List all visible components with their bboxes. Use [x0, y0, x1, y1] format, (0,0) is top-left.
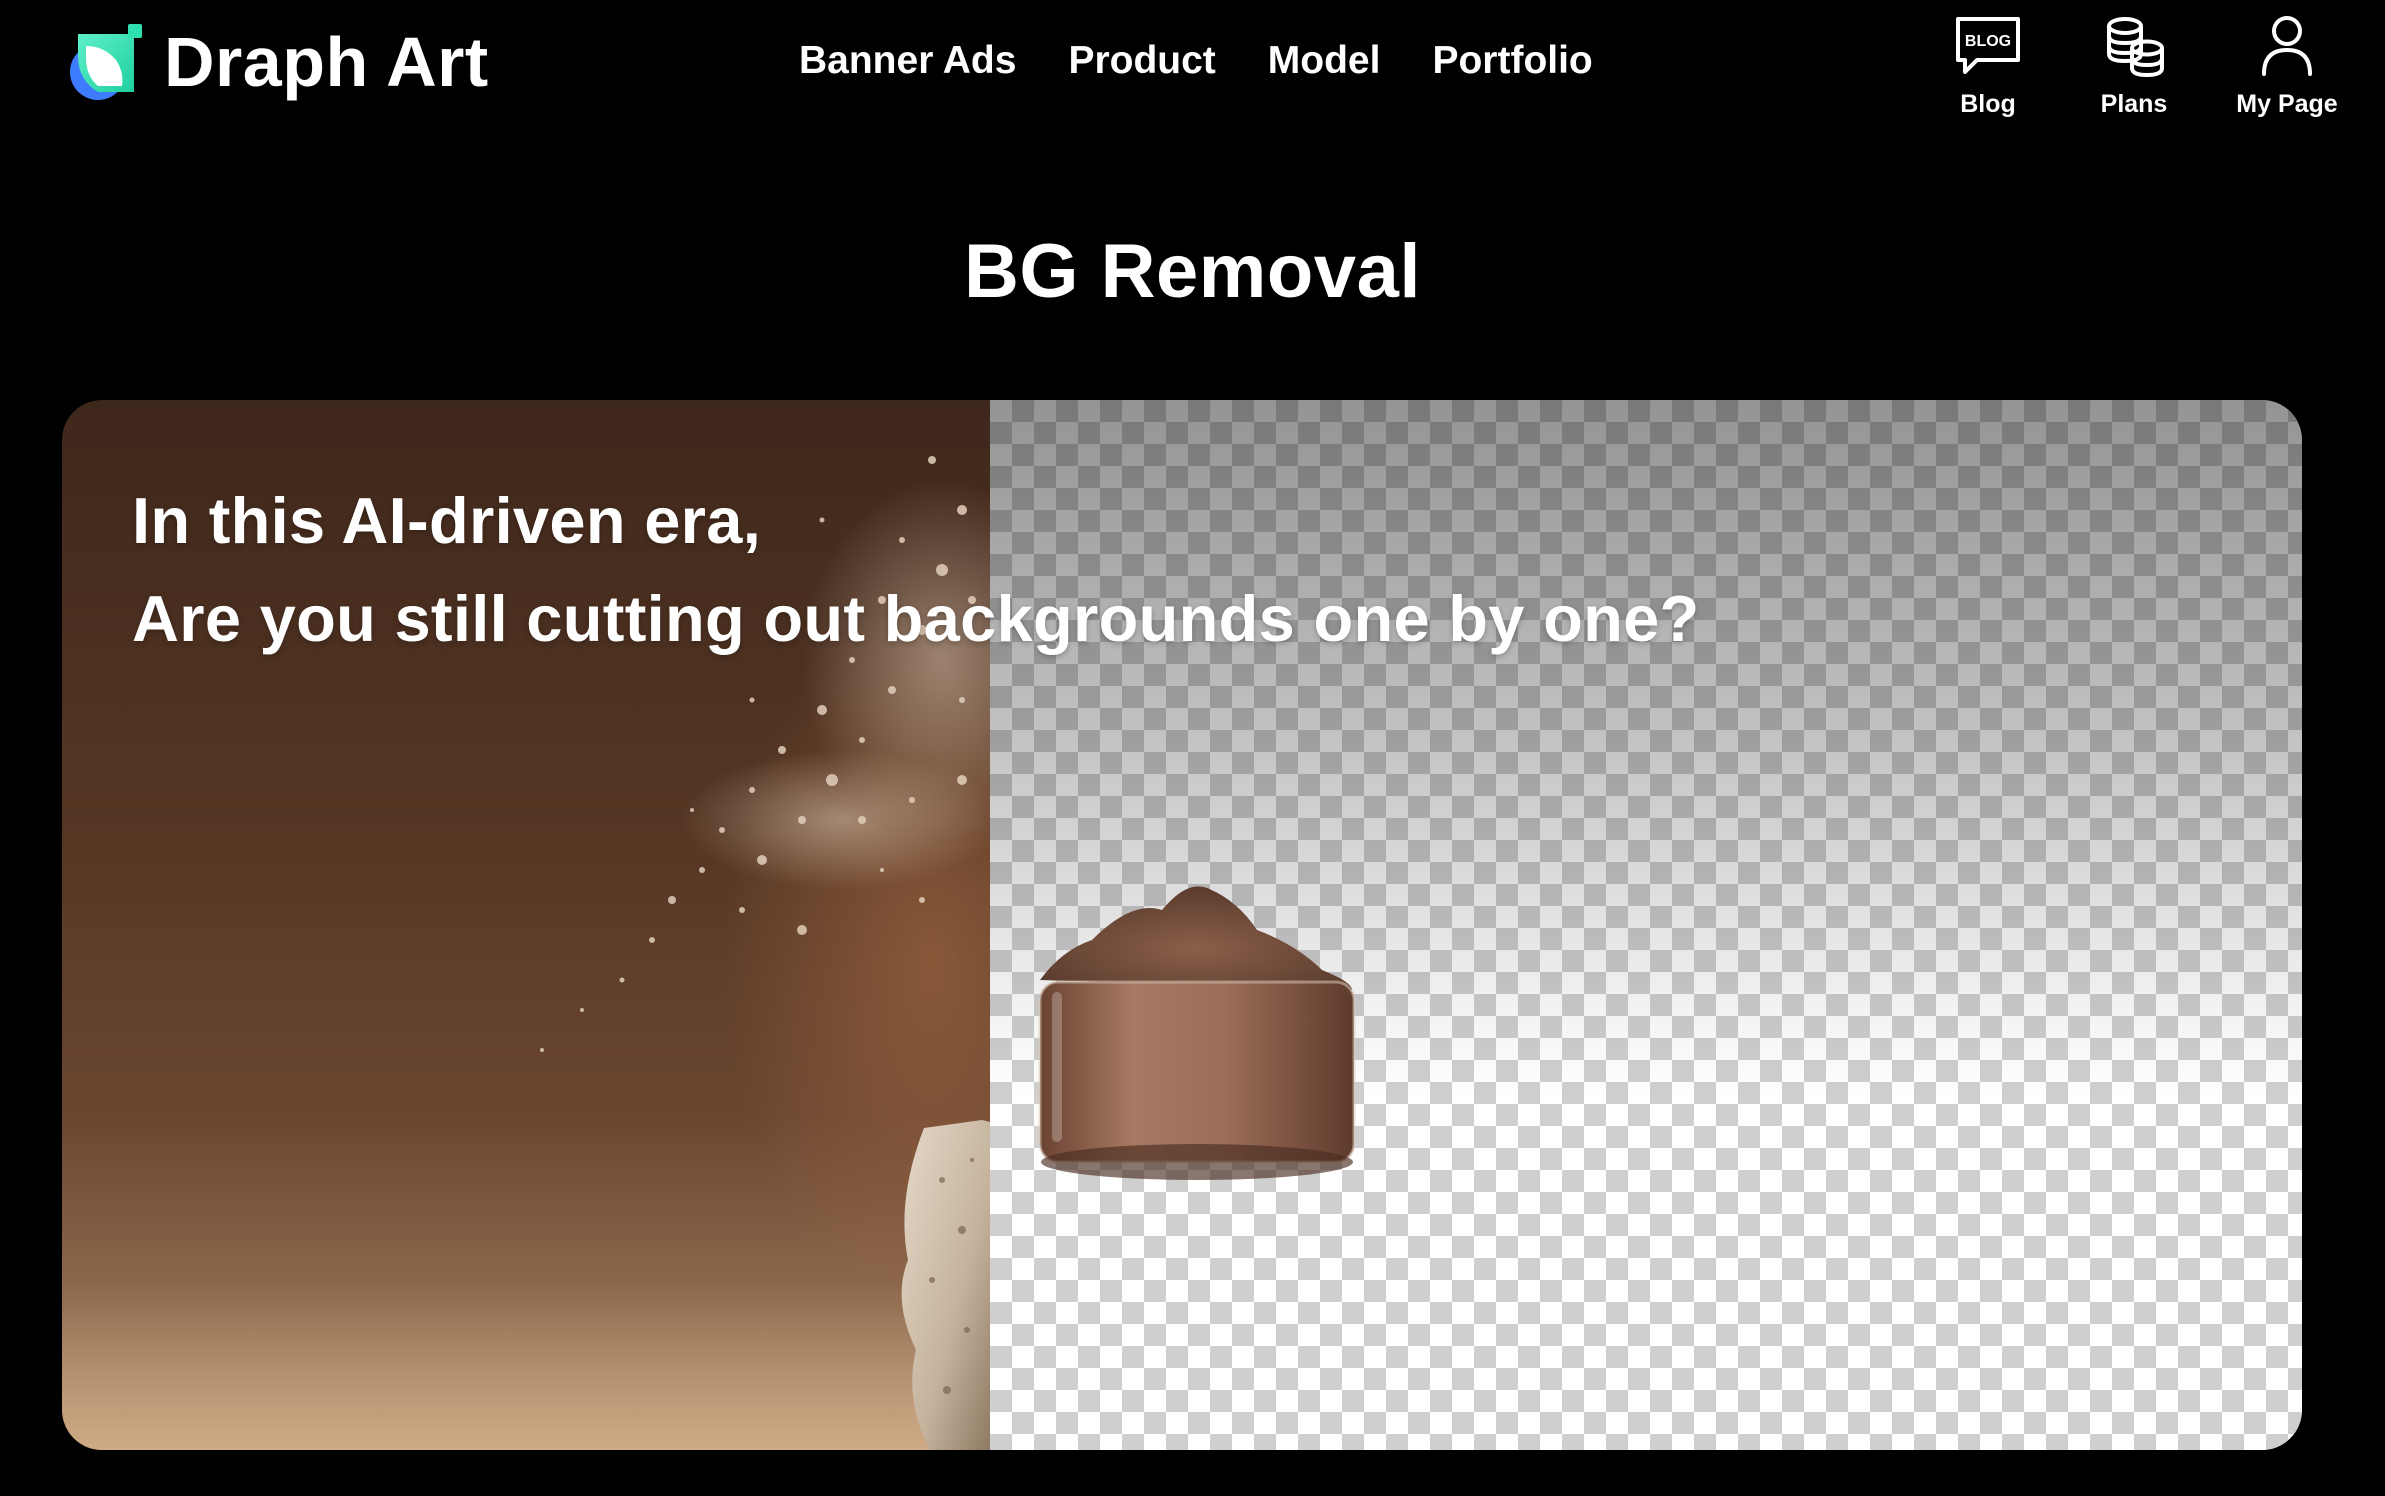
- blog-icon-text: BLOG: [1965, 33, 2011, 50]
- utility-nav: BLOG Blog Plans My Page: [1940, 14, 2342, 119]
- site-header: Draph Art Banner Ads Product Model Portf…: [0, 0, 2385, 140]
- hero-comparison-banner: In this AI-driven era, Are you still cut…: [62, 400, 2302, 1450]
- nav-banner-ads[interactable]: Banner Ads: [799, 38, 1016, 85]
- my-page-link[interactable]: My Page: [2232, 14, 2342, 119]
- coins-icon: [2107, 17, 2164, 78]
- nav-product[interactable]: Product: [1068, 38, 1215, 85]
- main-nav: Banner Ads Product Model Portfolio: [799, 38, 1593, 85]
- plans-label: Plans: [2100, 90, 2168, 118]
- draph-logo-icon: [70, 24, 142, 100]
- blog-label: Blog: [1960, 90, 2016, 118]
- brand-name: Draph Art: [164, 23, 489, 101]
- blog-icon: BLOG: [1956, 17, 2020, 74]
- blog-link[interactable]: BLOG Blog: [1940, 14, 2036, 119]
- headline-line-2: Are you still cutting out backgrounds on…: [132, 582, 1700, 655]
- brand-logo-link[interactable]: Draph Art: [64, 20, 489, 104]
- my-page-label: My Page: [2236, 90, 2338, 118]
- nav-portfolio[interactable]: Portfolio: [1432, 38, 1592, 85]
- headline-line-1: In this AI-driven era,: [132, 484, 762, 557]
- user-icon: [2262, 16, 2312, 76]
- plans-link[interactable]: Plans: [2086, 14, 2182, 119]
- powder-jar-cutout-image: [1038, 886, 1356, 1180]
- nav-model[interactable]: Model: [1268, 38, 1381, 85]
- hero-headline: In this AI-driven era, Are you still cut…: [132, 472, 2132, 668]
- page-title: BG Removal: [964, 229, 1421, 314]
